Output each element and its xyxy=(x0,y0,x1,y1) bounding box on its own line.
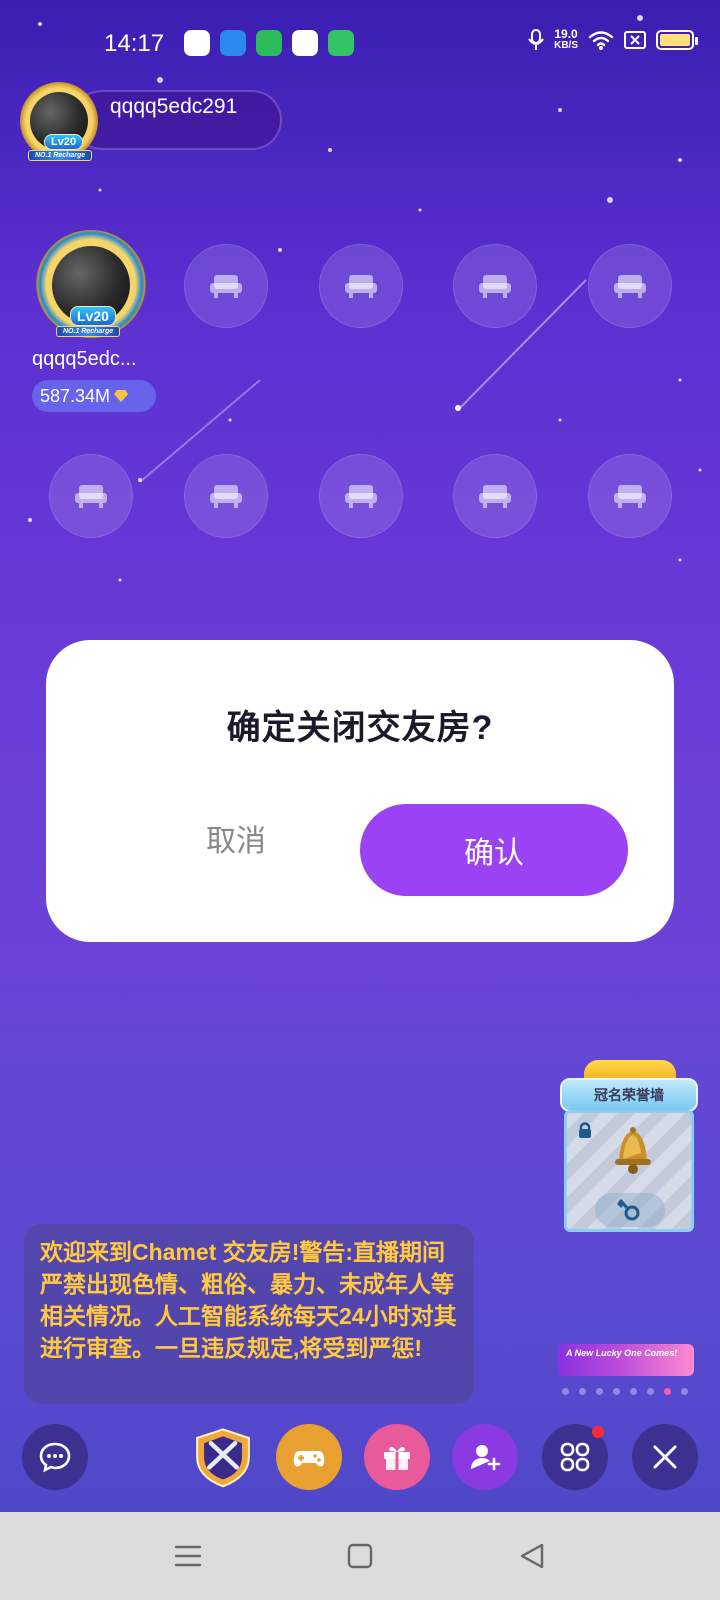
seat-empty[interactable] xyxy=(49,454,133,538)
system-icons: 19.0 KB/S xyxy=(528,28,698,52)
close-icon xyxy=(653,1445,677,1469)
invite-button[interactable] xyxy=(452,1424,518,1490)
seat-empty[interactable] xyxy=(319,244,403,328)
seat-level-badge: Lv20 xyxy=(70,306,116,326)
host-level-badge: Lv20 xyxy=(44,134,84,150)
close-room-dialog: 确定关闭交友房? 取消 确认 xyxy=(46,640,674,942)
host-name: qqqq5edc291 xyxy=(110,95,238,118)
confirm-button[interactable]: 确认 xyxy=(360,804,628,896)
honor-wall-body xyxy=(564,1110,694,1232)
seat-empty[interactable] xyxy=(588,244,672,328)
home-icon[interactable] xyxy=(344,1540,376,1572)
seat-empty[interactable] xyxy=(453,244,537,328)
network-speed-value: 19.0 xyxy=(554,27,578,41)
seat-recharge-ribbon: NO.1 Recharge xyxy=(56,326,121,337)
status-time: 14:17 xyxy=(104,30,165,57)
host-recharge-ribbon: NO.1 Recharge xyxy=(28,150,93,161)
sofa-icon xyxy=(614,485,646,508)
honor-wall-title: 冠名荣誉墙 xyxy=(560,1078,698,1112)
battery-icon xyxy=(656,30,698,50)
menu-icon[interactable] xyxy=(172,1540,204,1572)
sofa-icon xyxy=(479,275,511,298)
pager-dot xyxy=(647,1388,654,1395)
wifi-icon xyxy=(588,31,614,50)
add-user-icon xyxy=(471,1445,501,1471)
notification-icons xyxy=(184,30,354,56)
chat-bubble-icon xyxy=(39,1442,71,1473)
network-speed: 19.0 KB/S xyxy=(554,28,578,52)
browser-app-icon xyxy=(220,30,246,56)
notification-dot xyxy=(592,1426,604,1438)
sofa-icon xyxy=(345,275,377,298)
sofa-icon xyxy=(210,275,242,298)
chat-button[interactable] xyxy=(22,1424,88,1490)
lock-icon xyxy=(579,1122,591,1138)
system-navigation-bar xyxy=(0,1512,720,1600)
baidu-app-icon xyxy=(184,30,210,56)
sofa-icon xyxy=(345,485,377,508)
pager-dot-active xyxy=(664,1388,671,1395)
sofa-icon xyxy=(75,485,107,508)
pager-dot xyxy=(613,1388,620,1395)
more-apps-button[interactable] xyxy=(542,1424,608,1490)
close-room-button[interactable] xyxy=(632,1424,698,1490)
pager-dot xyxy=(562,1388,569,1395)
status-bar: 14:17 19.0 KB/S xyxy=(0,0,720,90)
seat-empty[interactable] xyxy=(588,454,672,538)
sim-x-icon xyxy=(624,31,646,49)
seat-user-name: qqqq5edc... xyxy=(32,348,137,370)
gem-icon xyxy=(114,390,129,402)
banner-pager-dots xyxy=(562,1388,688,1395)
security-app-icon xyxy=(328,30,354,56)
coin-value: 587.34M xyxy=(40,385,111,406)
sofa-icon xyxy=(479,485,511,508)
battle-shield-icon xyxy=(196,1428,250,1488)
microphone-icon xyxy=(528,29,544,50)
camera-app-icon xyxy=(292,30,318,56)
sofa-icon xyxy=(614,275,646,298)
honor-wall-widget[interactable]: 冠名荣誉墙 xyxy=(560,1060,698,1232)
coin-pill: 587.34M xyxy=(32,380,156,412)
seat-empty[interactable] xyxy=(184,454,268,538)
pager-dot xyxy=(596,1388,603,1395)
seat-empty[interactable] xyxy=(184,244,268,328)
welcome-text: 欢迎来到Chamet 交友房!警告:直播期间严禁出现色情、粗俗、暴力、未成年人等… xyxy=(40,1239,457,1361)
gift-button[interactable] xyxy=(364,1424,430,1490)
game-button[interactable] xyxy=(276,1424,342,1490)
lucky-one-banner[interactable]: A New Lucky One Comes! xyxy=(558,1344,694,1376)
apps-grid-icon xyxy=(560,1442,590,1472)
host-info[interactable]: Lv20 NO.1 Recharge qqqq5edc291 xyxy=(20,82,282,161)
seat-empty[interactable] xyxy=(453,454,537,538)
gift-icon xyxy=(384,1446,410,1470)
bell-icon xyxy=(615,1127,651,1174)
cancel-button[interactable]: 取消 xyxy=(166,810,306,866)
back-icon[interactable] xyxy=(516,1540,548,1572)
gamepad-icon xyxy=(293,1451,325,1467)
seat-empty[interactable] xyxy=(319,454,403,538)
dialog-title: 确定关闭交友房? xyxy=(226,709,494,747)
battle-button[interactable] xyxy=(190,1424,256,1490)
pager-dot xyxy=(681,1388,688,1395)
pager-dot xyxy=(630,1388,637,1395)
pager-dot xyxy=(579,1388,586,1395)
store-app-icon xyxy=(256,30,282,56)
sofa-icon xyxy=(210,485,242,508)
network-speed-unit: KB/S xyxy=(554,40,578,51)
key-icon xyxy=(617,1199,640,1221)
welcome-message: 欢迎来到Chamet 交友房!警告:直播期间严禁出现色情、粗俗、暴力、未成年人等… xyxy=(24,1224,474,1404)
honor-wall-action[interactable] xyxy=(595,1193,665,1227)
